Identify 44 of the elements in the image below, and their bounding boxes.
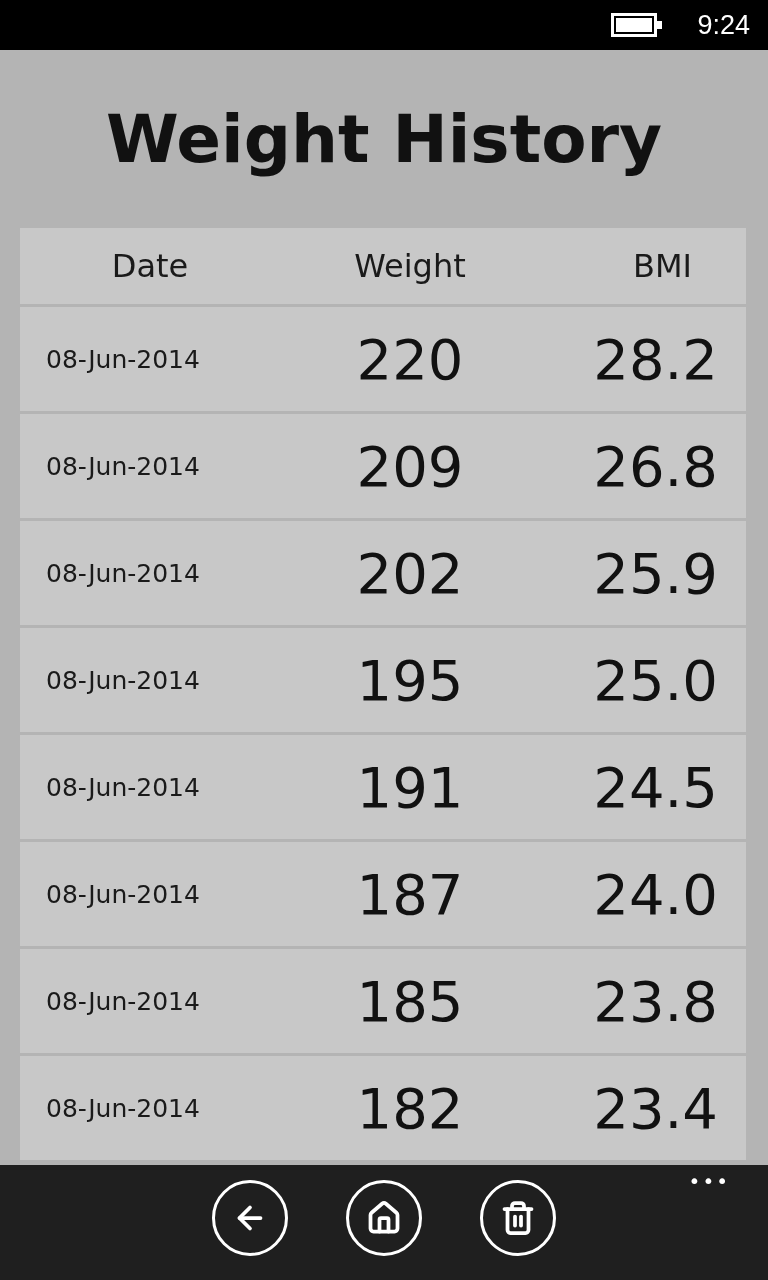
bmi-cell-text: 28.2 [592, 326, 719, 392]
date-cell-text: 08-Jun-2014 [45, 879, 201, 909]
weight-cell-text: 202 [355, 540, 465, 606]
weight-cell-text: 182 [355, 1075, 465, 1141]
weight-cell-text: 220 [355, 326, 465, 392]
table-row[interactable]: 08-Jun-2014 182 23.4 [20, 1056, 746, 1160]
table-row[interactable]: 08-Jun-2014 202 25.9 [20, 521, 746, 625]
date-cell-text: 08-Jun-2014 [45, 665, 201, 695]
table-row[interactable]: 08-Jun-2014 195 25.0 [20, 628, 746, 732]
table-row[interactable]: 08-Jun-2014 191 24.5 [20, 735, 746, 839]
bmi-cell-text: 23.4 [592, 1075, 719, 1141]
table-row[interactable]: 08-Jun-2014 187 24.0 [20, 842, 746, 946]
weight-cell-text: 185 [355, 968, 465, 1034]
column-header: Date [110, 247, 190, 285]
back-button[interactable] [212, 1179, 288, 1256]
date-cell-text: 08-Jun-2014 [45, 344, 201, 374]
home-icon [366, 1199, 402, 1236]
bmi-cell-text: 24.0 [592, 861, 719, 927]
table-row[interactable]: 08-Jun-2014 209 26.8 [20, 414, 746, 518]
column-header: Weight [353, 247, 467, 285]
date-cell-text: 08-Jun-2014 [45, 451, 201, 481]
bmi-cell-text: 23.8 [592, 968, 719, 1034]
date-cell-text: 08-Jun-2014 [45, 1093, 201, 1123]
weight-cell-text: 187 [355, 861, 465, 927]
bmi-cell-text: 26.8 [592, 433, 719, 499]
date-cell-text: 08-Jun-2014 [45, 558, 201, 588]
bmi-cell-text: 24.5 [592, 754, 719, 820]
table-row[interactable]: 08-Jun-2014 220 28.2 [20, 307, 746, 411]
bmi-cell-text: 25.0 [592, 647, 719, 713]
delete-button[interactable] [480, 1179, 556, 1256]
weight-cell-text: 209 [355, 433, 465, 499]
weight-cell-text: 195 [355, 647, 465, 713]
table-row[interactable]: 08-Jun-2014 185 23.8 [20, 949, 746, 1053]
weight-cell-text: 191 [355, 754, 465, 820]
date-cell-text: 08-Jun-2014 [45, 772, 201, 802]
more-button[interactable]: ••• [688, 1169, 730, 1193]
clock-time: 9:24 [697, 9, 750, 41]
page-title: Weight History [104, 99, 664, 180]
date-cell-text: 08-Jun-2014 [45, 986, 201, 1016]
column-header: BMI [632, 247, 693, 285]
bmi-cell-text: 25.9 [592, 540, 719, 606]
trash-icon [500, 1199, 536, 1236]
battery-icon [611, 13, 664, 37]
home-button[interactable] [346, 1179, 422, 1256]
